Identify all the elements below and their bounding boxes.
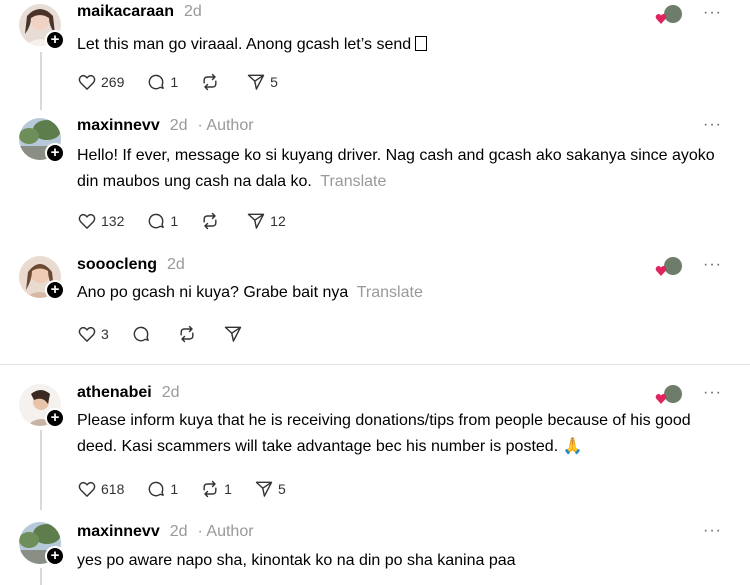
comment-text: yes po aware napo sha, kinontak ko na di… [77, 552, 516, 569]
comment-icon [133, 326, 149, 342]
comment-text: Hello! If ever, message ko si kuyang dri… [77, 147, 715, 190]
translate-link[interactable]: Translate [320, 173, 386, 190]
repost-icon [203, 480, 217, 498]
thread-line [40, 52, 42, 110]
timestamp: 2d [183, 3, 202, 20]
heart-icon [78, 74, 96, 90]
reply-count: 1 [170, 74, 179, 90]
follow-plus-icon[interactable]: + [45, 143, 65, 163]
username[interactable]: maxinnevv [77, 523, 160, 541]
author-badge: · Author [197, 117, 254, 134]
repost-icon [180, 325, 194, 343]
share-icon [247, 213, 265, 229]
like-button[interactable]: 3 [77, 324, 109, 344]
thread-line [40, 430, 42, 510]
share-icon [247, 74, 265, 90]
share-icon [255, 481, 273, 497]
repost-button[interactable]: 1 [200, 479, 232, 499]
repost-button[interactable] [200, 72, 224, 92]
share-count: 12 [270, 213, 286, 229]
share-button[interactable]: 12 [246, 211, 286, 231]
comment-icon [148, 213, 165, 229]
translate-link[interactable]: Translate [357, 284, 423, 301]
follow-plus-icon[interactable]: + [45, 30, 65, 50]
username[interactable]: sooocleng [77, 256, 157, 274]
more-icon[interactable]: ··· [703, 522, 722, 540]
username[interactable]: athenabei [77, 384, 152, 402]
more-icon[interactable]: ··· [703, 116, 722, 134]
like-count: 618 [101, 481, 125, 497]
follow-plus-icon[interactable]: + [45, 408, 65, 428]
like-count: 132 [101, 213, 125, 229]
repost-button[interactable] [177, 324, 201, 344]
author-badge: · Author [197, 523, 254, 540]
share-button[interactable]: 5 [254, 479, 286, 499]
like-button[interactable]: 269 [77, 72, 124, 92]
username[interactable]: maikacaraan [77, 3, 174, 21]
liked-by-author-icon [655, 385, 682, 404]
like-count: 269 [101, 74, 125, 90]
comment-text: Let this man go viraaal. Anong gcash let… [77, 32, 727, 58]
timestamp: 2d [167, 256, 185, 273]
comment-text: Ano po gcash ni kuya? Grabe bait nya Tra… [77, 284, 423, 301]
repost-button[interactable] [200, 211, 224, 231]
share-icon [224, 326, 242, 342]
share-button[interactable] [223, 324, 247, 344]
timestamp: 2d [169, 117, 188, 134]
repost-icon [203, 73, 217, 91]
reply-button[interactable]: 1 [146, 72, 178, 92]
comment-icon [148, 74, 165, 90]
share-count: 5 [270, 74, 278, 90]
repost-count: 1 [224, 481, 232, 497]
username[interactable]: maxinnevv [77, 117, 160, 135]
timestamp: 2d [161, 384, 180, 401]
more-icon[interactable]: ··· [703, 4, 722, 22]
follow-plus-icon[interactable]: + [45, 280, 65, 300]
liked-by-author-icon [655, 5, 682, 24]
reply-button[interactable] [131, 324, 155, 344]
follow-plus-icon[interactable]: + [45, 546, 65, 566]
timestamp: 2d [169, 523, 188, 540]
like-count: 3 [101, 326, 109, 342]
heart-icon [78, 481, 96, 497]
divider [0, 364, 750, 365]
reply-button[interactable]: 1 [146, 479, 178, 499]
heart-icon [78, 213, 96, 229]
thread-line [40, 568, 42, 585]
share-button[interactable]: 5 [246, 72, 278, 92]
reply-count: 1 [170, 213, 179, 229]
more-icon[interactable]: ··· [703, 256, 722, 274]
comment-text: Please inform kuya that he is receiving … [77, 412, 691, 455]
share-count: 5 [277, 481, 286, 497]
like-button[interactable]: 618 [77, 479, 124, 499]
more-icon[interactable]: ··· [703, 384, 722, 402]
heart-icon [78, 326, 96, 342]
like-button[interactable]: 132 [77, 211, 124, 231]
reply-button[interactable]: 1 [146, 211, 178, 231]
repost-icon [203, 212, 217, 230]
reply-count: 1 [170, 481, 179, 497]
comment-icon [148, 481, 165, 497]
liked-by-author-icon [655, 257, 682, 276]
unrendered-emoji-icon [415, 36, 428, 51]
